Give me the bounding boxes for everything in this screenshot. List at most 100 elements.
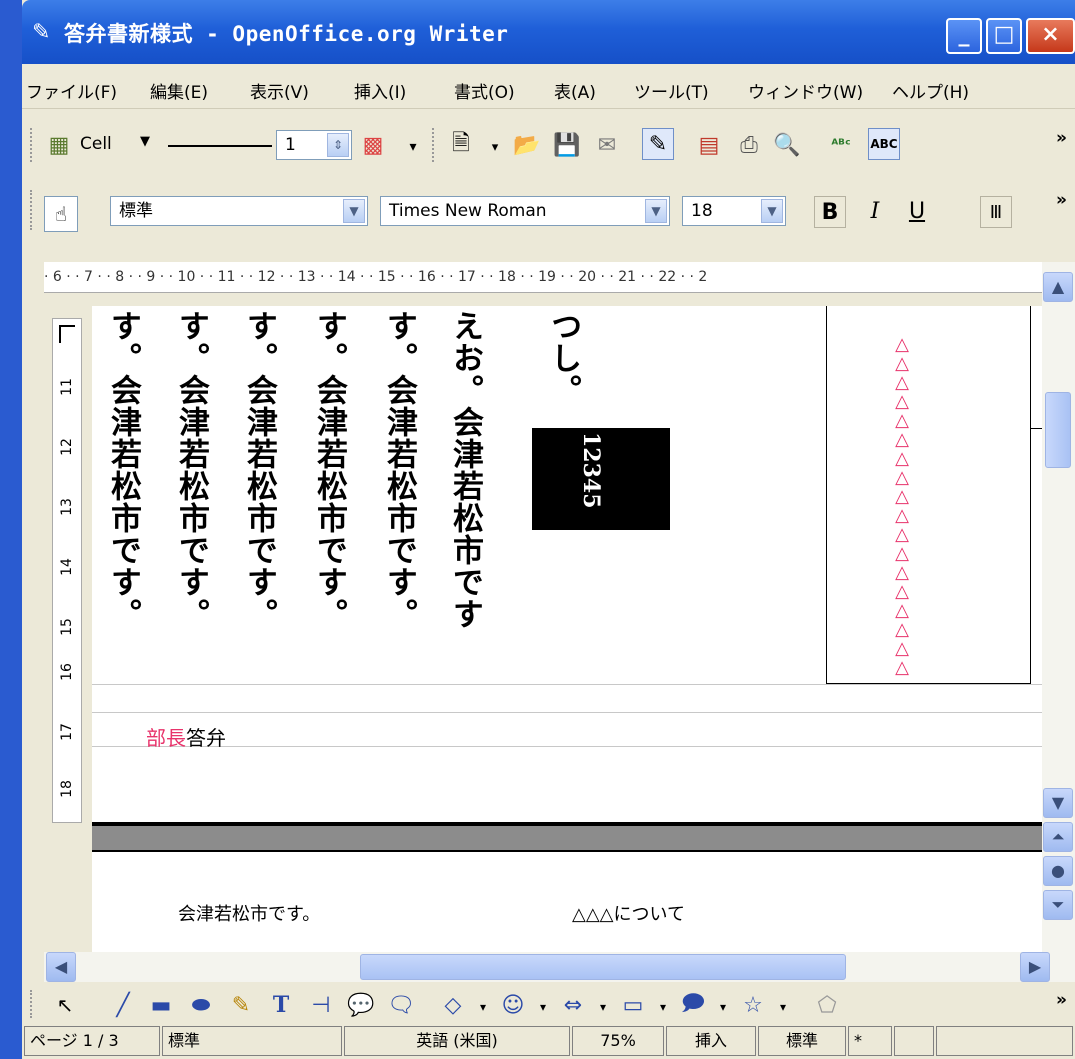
tab-stop-icon[interactable] <box>59 325 75 343</box>
flowchart-icon[interactable]: ▭ <box>618 990 648 1020</box>
status-selection-mode[interactable]: 標準 <box>758 1026 846 1056</box>
callout-tool-icon[interactable]: 💬 <box>346 990 376 1020</box>
new-document-icon[interactable]: 🗎 <box>446 130 476 160</box>
vertical-ruler[interactable]: 11 12 13 14 15 16 17 18 <box>52 318 82 823</box>
paragraph-style-combo[interactable]: 標準 ▼ <box>110 196 368 226</box>
chevron-down-icon[interactable]: ▾ <box>480 132 510 162</box>
rectangle-tool-icon[interactable]: ▬ <box>146 990 176 1020</box>
menu-insert[interactable]: 挿入(I) <box>354 78 406 103</box>
toolbar-grip[interactable] <box>30 990 36 1018</box>
scroll-thumb[interactable] <box>360 954 846 980</box>
chevron-down-icon[interactable]: ▾ <box>588 992 618 1022</box>
chevron-down-icon[interactable]: ▾ <box>528 992 558 1022</box>
menu-format[interactable]: 書式(O) <box>454 78 515 103</box>
menu-window[interactable]: ウィンドウ(W) <box>748 78 863 103</box>
previous-page-icon[interactable]: ⏶ <box>1043 822 1073 852</box>
select-arrow-icon[interactable]: ↖ <box>50 990 80 1020</box>
status-style[interactable]: 標準 <box>162 1026 342 1056</box>
stars-icon[interactable]: ☆ <box>738 990 768 1020</box>
status-signature[interactable] <box>894 1026 934 1056</box>
font-name-combo[interactable]: Times New Roman ▼ <box>380 196 670 226</box>
chevron-down-icon[interactable]: ▼ <box>761 199 783 223</box>
spellcheck-icon[interactable]: ᴬᴮᶜ <box>826 130 856 160</box>
vertical-callout-icon[interactable]: 🗨 <box>386 990 416 1020</box>
status-page[interactable]: ページ 1 / 3 <box>24 1026 160 1056</box>
table-border <box>1030 306 1031 684</box>
table-properties-icon[interactable]: ▦ <box>44 130 74 160</box>
scroll-up-icon[interactable]: ▲ <box>1043 272 1073 302</box>
menu-edit[interactable]: 編集(E) <box>150 78 208 103</box>
ellipse-tool-icon[interactable]: ⬬ <box>186 990 216 1020</box>
dropdown-icon[interactable]: ▾ <box>398 132 428 162</box>
points-icon[interactable]: ⬠ <box>812 990 842 1020</box>
navigator-icon[interactable]: ● <box>1043 856 1073 886</box>
menu-table[interactable]: 表(A) <box>554 78 596 103</box>
line-width-spinner[interactable]: 1 ⇕ <box>276 130 352 160</box>
text-tool-icon[interactable]: T <box>266 990 296 1020</box>
auto-spellcheck-icon[interactable]: ABC <box>868 128 900 160</box>
vertical-scrollbar[interactable]: ▲ ▼ ⏶ ● ⏷ <box>1042 262 1075 952</box>
print-preview-icon[interactable]: 🔍 <box>772 130 802 160</box>
status-language[interactable]: 英語 (米国) <box>344 1026 570 1056</box>
email-icon[interactable]: ✉ <box>592 130 622 160</box>
font-size-combo[interactable]: 18 ▼ <box>682 196 786 226</box>
chevron-down-icon[interactable]: ▾ <box>768 992 798 1022</box>
line-style-preview[interactable] <box>168 145 272 147</box>
chevron-down-icon[interactable]: ▾ <box>648 992 678 1022</box>
menu-file[interactable]: ファイル(F) <box>26 78 117 103</box>
maximize-button[interactable]: □ <box>986 18 1022 54</box>
print-icon[interactable]: ⎙ <box>734 130 764 160</box>
menu-help[interactable]: ヘルプ(H) <box>892 78 969 103</box>
chevron-down-icon[interactable]: ▾ <box>708 992 738 1022</box>
toolbar-grip-2[interactable] <box>432 128 438 162</box>
edit-mode-icon[interactable]: ✎ <box>642 128 674 160</box>
document-page[interactable]: す。会津若松市です。 す。会津若松市です。 す。会津若松市です。 す。会津若松市… <box>92 306 1046 952</box>
symbol-shapes-icon[interactable]: ☺ <box>498 990 528 1020</box>
scroll-thumb[interactable] <box>1045 392 1071 468</box>
italic-button[interactable]: I <box>860 196 890 226</box>
writer-app-icon[interactable]: ✎ <box>32 20 54 46</box>
scroll-right-icon[interactable]: ▶ <box>1020 952 1050 982</box>
menu-tools[interactable]: ツール(T) <box>634 78 709 103</box>
save-icon[interactable]: 💾 <box>552 130 582 160</box>
border-color-icon[interactable]: ▩ <box>358 130 388 160</box>
status-info <box>936 1026 1073 1056</box>
line-tool-icon[interactable]: ╱ <box>108 990 138 1020</box>
chevron-down-icon[interactable]: ▼ <box>645 199 667 223</box>
page-gap <box>92 826 1046 850</box>
chevron-down-icon[interactable]: ▼ <box>140 134 150 149</box>
menu-view[interactable]: 表示(V) <box>250 78 309 103</box>
vertical-text-tool-icon[interactable]: ⊣ <box>306 990 336 1020</box>
next-page-icon[interactable]: ⏷ <box>1043 890 1073 920</box>
cell-label[interactable]: Cell <box>80 134 112 154</box>
open-folder-icon[interactable]: 📂 <box>512 130 542 160</box>
freeform-tool-icon[interactable]: ✎ <box>226 990 256 1020</box>
callouts-icon[interactable]: 🗩 <box>678 990 708 1020</box>
horizontal-ruler[interactable]: · 6 · · 7 · · 8 · · 9 · · 10 · · 11 · · … <box>44 262 1064 293</box>
styles-gallery-icon[interactable]: ☝ <box>44 196 78 232</box>
status-insert-mode[interactable]: 挿入 <box>666 1026 756 1056</box>
toolbar-overflow-button[interactable]: » <box>1056 990 1067 1010</box>
underline-button[interactable]: U <box>902 196 932 226</box>
scroll-left-icon[interactable]: ◀ <box>46 952 76 982</box>
toolbar-overflow-button[interactable]: » <box>1056 128 1067 148</box>
number-frame[interactable]: 12345 <box>532 428 670 530</box>
toolbar-grip[interactable] <box>30 128 36 162</box>
close-button[interactable]: × <box>1026 18 1075 54</box>
horizontal-scrollbar[interactable]: ◀ ▶ <box>44 952 1075 982</box>
chevron-down-icon[interactable]: ▾ <box>468 992 498 1022</box>
status-zoom[interactable]: 75% <box>572 1026 664 1056</box>
chevron-down-icon[interactable]: ▼ <box>343 199 365 223</box>
block-arrows-icon[interactable]: ⇔ <box>558 990 588 1020</box>
bottom-text-right: △△△について <box>572 904 685 925</box>
bold-button[interactable]: B <box>814 196 846 228</box>
toolbar-overflow-button[interactable]: » <box>1056 190 1067 210</box>
minimize-button[interactable]: _ <box>946 18 982 54</box>
toolbar-grip[interactable] <box>30 190 36 230</box>
scroll-down-icon[interactable]: ▼ <box>1043 788 1073 818</box>
basic-shapes-icon[interactable]: ◇ <box>438 990 468 1020</box>
title-bar[interactable]: ✎ 答弁書新様式 - OpenOffice.org Writer _ □ × <box>22 0 1075 64</box>
spinner-icon[interactable]: ⇕ <box>327 133 349 157</box>
export-pdf-icon[interactable]: ▤ <box>694 130 724 160</box>
vertical-text-icon[interactable]: Ⅲ <box>980 196 1012 228</box>
